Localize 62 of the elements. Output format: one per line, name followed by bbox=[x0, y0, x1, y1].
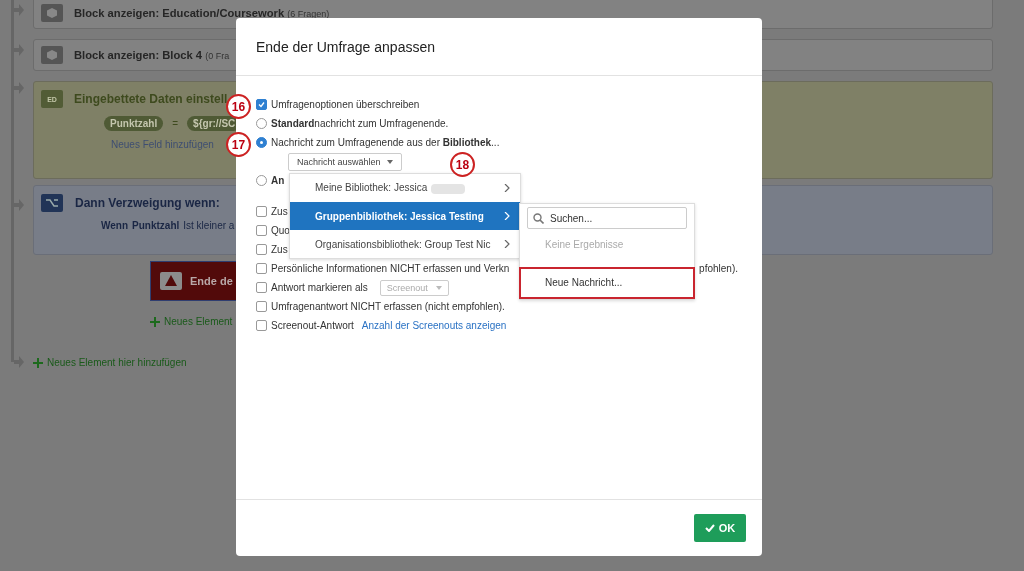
cube-icon bbox=[47, 50, 57, 60]
checkbox[interactable] bbox=[256, 244, 267, 255]
status-select[interactable]: Screenout bbox=[379, 279, 449, 296]
screenout-count-link[interactable]: Anzahl der Screenouts anzeigen bbox=[361, 320, 507, 331]
field-tag: Punktzahl bbox=[104, 116, 164, 131]
option-label: Persönliche Informationen NICHT erfassen und Verkn bbox=[271, 263, 510, 274]
chevron-icon bbox=[504, 212, 510, 220]
checkbox[interactable] bbox=[256, 225, 267, 236]
checkbox[interactable] bbox=[256, 206, 267, 217]
branch-icon bbox=[41, 194, 63, 212]
option-label: pfohlen). bbox=[699, 263, 738, 274]
option-label: Standardnachricht zum Umfragenende. bbox=[271, 118, 449, 129]
card-title: Dann Verzweigung wenn: bbox=[75, 196, 220, 210]
dialog-title: Ende der Umfrage anpassen bbox=[236, 18, 762, 76]
checkbox[interactable] bbox=[256, 263, 267, 274]
plus-icon bbox=[150, 316, 160, 327]
checkbox[interactable] bbox=[256, 282, 267, 293]
block-title: Block anzeigen: Education/Coursework bbox=[74, 7, 285, 19]
condition-text: Wenn bbox=[101, 220, 129, 231]
equals-sign: = bbox=[172, 118, 179, 129]
cube-icon bbox=[47, 8, 57, 18]
radio-button[interactable] bbox=[256, 118, 267, 129]
option-label: Antwort markieren als bbox=[271, 282, 368, 293]
menu-item[interactable]: Gruppenbibliothek: Jessica Testing bbox=[290, 202, 520, 230]
option-label: Screenout-Antwort bbox=[271, 320, 354, 331]
condition-text: Ist kleiner a bbox=[183, 220, 235, 231]
checkbox[interactable] bbox=[256, 99, 267, 110]
menu-item[interactable]: Organisationsbibliothek: Group Test Nic bbox=[290, 230, 520, 258]
check-icon bbox=[704, 524, 715, 532]
option-label: Zus bbox=[271, 206, 288, 217]
step-number-badge: 16 bbox=[226, 94, 251, 119]
option-label: Umfragenantwort NICHT erfassen (nicht empfohlen). bbox=[271, 301, 505, 312]
plus-icon bbox=[33, 357, 43, 368]
empty-message: Keine Ergebnisse bbox=[544, 238, 625, 252]
radio-button[interactable] bbox=[256, 175, 267, 186]
new-message-item[interactable]: Neue Nachricht... bbox=[519, 266, 695, 299]
block-title: Block anzeigen: Block 4 bbox=[74, 49, 203, 61]
radio-button[interactable] bbox=[256, 137, 267, 148]
message-dropdown[interactable]: Nachricht auswählen bbox=[288, 152, 402, 171]
option-label: Quo bbox=[271, 225, 290, 236]
chevron-icon bbox=[504, 184, 510, 192]
checkbox[interactable] bbox=[256, 301, 267, 312]
question-count: (6 Fragen) bbox=[287, 9, 330, 19]
warning-icon bbox=[160, 272, 182, 290]
search-icon bbox=[533, 213, 544, 224]
ok-button[interactable]: OK bbox=[694, 514, 746, 542]
search-field[interactable]: Suchen... bbox=[527, 207, 687, 229]
caret-icon bbox=[386, 159, 393, 164]
option-label: An bbox=[271, 175, 285, 186]
option-label: Umfragenoptionen überschreiben bbox=[271, 99, 420, 110]
menu-item[interactable]: Meine Bibliothek: Jessica bbox=[290, 174, 520, 202]
step-number-badge: 17 bbox=[226, 132, 251, 157]
checkbox[interactable] bbox=[256, 320, 267, 331]
question-count: (0 Fra bbox=[205, 51, 230, 61]
option-label: Nachricht zum Umfragenende aus der Bibliothek... bbox=[271, 137, 500, 148]
caret-icon bbox=[435, 285, 442, 290]
option-label: Zus bbox=[271, 244, 288, 255]
card-title: Eingebettete Daten einstell bbox=[74, 92, 228, 106]
condition-text: Punktzahl bbox=[132, 220, 180, 231]
card-title: Ende de bbox=[190, 275, 233, 287]
step-number-badge: 18 bbox=[450, 152, 475, 177]
chevron-icon bbox=[504, 240, 510, 248]
